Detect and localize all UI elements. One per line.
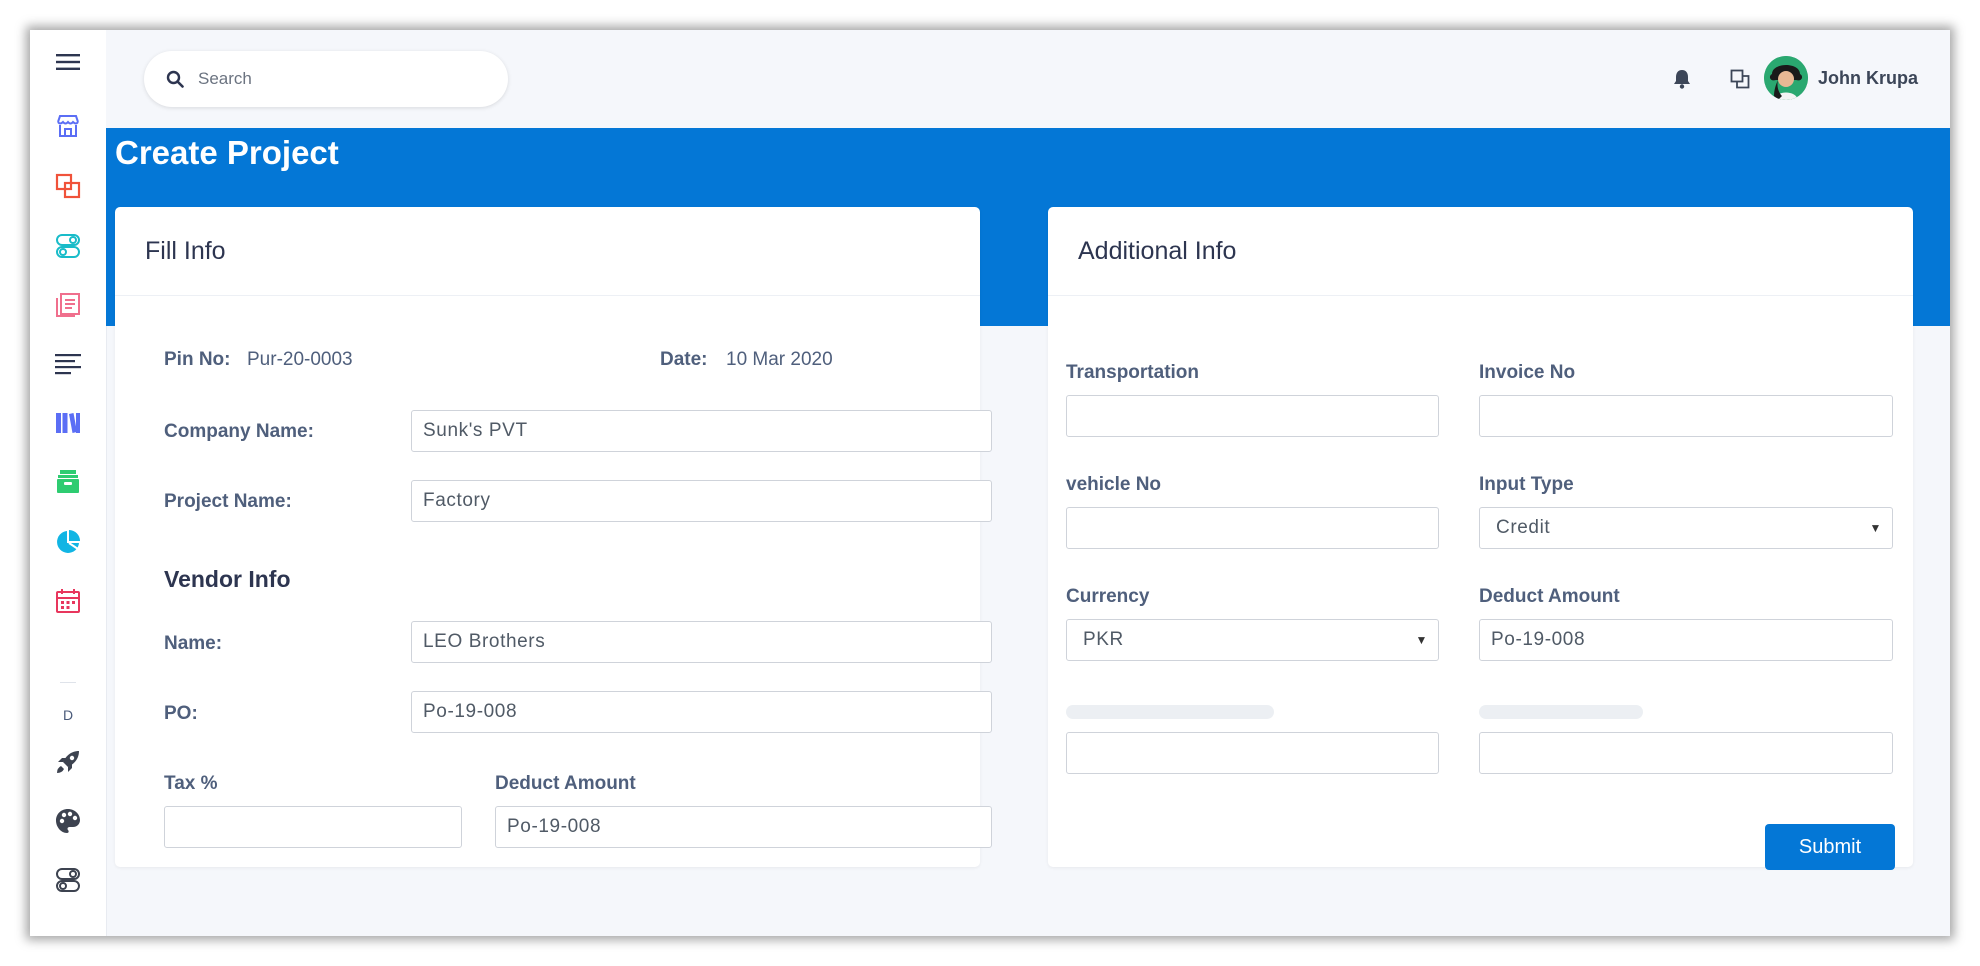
- invoice-label: Invoice No: [1479, 362, 1576, 383]
- company-name-label: Company Name:: [164, 421, 314, 442]
- deduct-amount-label: Deduct Amount: [495, 773, 636, 794]
- project-name-label: Project Name:: [164, 491, 292, 512]
- skeleton-label: [1479, 705, 1643, 719]
- store-icon[interactable]: [55, 113, 81, 139]
- topbar: John Krupa: [106, 30, 1950, 128]
- vehicle-label: vehicle No: [1066, 474, 1162, 495]
- vendor-name-label: Name:: [164, 633, 223, 654]
- extra-input-2[interactable]: [1479, 732, 1893, 774]
- search-icon: [166, 70, 184, 88]
- text-align-icon[interactable]: [55, 351, 81, 377]
- skeleton-label: [1066, 705, 1274, 719]
- date-label: Date:: [660, 349, 708, 370]
- search-bar[interactable]: [144, 51, 508, 107]
- po-label: PO:: [164, 703, 198, 724]
- sidebar-divider: [60, 682, 76, 683]
- chevron-down-icon: ▼: [1415, 633, 1428, 647]
- date-value: 10 Mar 2020: [726, 349, 833, 370]
- copy-icon[interactable]: [55, 173, 81, 199]
- deduct-amount-label: Deduct Amount: [1479, 586, 1620, 607]
- sidebar: D: [30, 30, 107, 936]
- document-icon[interactable]: [55, 292, 81, 318]
- vendor-info-title: Vendor Info: [164, 566, 291, 592]
- search-input[interactable]: [196, 68, 500, 90]
- company-name-input[interactable]: [411, 410, 992, 452]
- currency-value: PKR: [1083, 629, 1124, 650]
- copy-icon[interactable]: [1727, 66, 1753, 92]
- chevron-down-icon: ▼: [1869, 521, 1882, 535]
- pie-chart-icon[interactable]: [55, 529, 81, 555]
- input-type-select[interactable]: Credit ▼: [1479, 507, 1893, 549]
- input-type-value: Credit: [1496, 517, 1551, 538]
- pin-value: Pur-20-0003: [247, 349, 353, 370]
- toggle-icon[interactable]: [55, 867, 81, 893]
- pin-label: Pin No:: [164, 349, 231, 370]
- fill-info-card: Fill Info: [115, 207, 980, 867]
- user-name[interactable]: John Krupa: [1818, 68, 1918, 89]
- tax-label: Tax %: [164, 773, 218, 794]
- avatar[interactable]: [1764, 56, 1808, 100]
- extra-input-1[interactable]: [1066, 732, 1439, 774]
- page-title: Create Project: [115, 134, 339, 171]
- fill-info-title: Fill Info: [115, 207, 980, 296]
- tax-input[interactable]: [164, 806, 462, 848]
- palette-icon[interactable]: [55, 808, 81, 834]
- menu-icon[interactable]: [55, 49, 81, 75]
- archive-icon[interactable]: [55, 469, 81, 495]
- transportation-label: Transportation: [1066, 362, 1200, 383]
- po-input[interactable]: [411, 691, 992, 733]
- submit-button[interactable]: Submit: [1765, 824, 1895, 870]
- invoice-input[interactable]: [1479, 395, 1893, 437]
- vendor-name-input[interactable]: [411, 621, 992, 663]
- input-type-label: Input Type: [1479, 474, 1574, 495]
- project-name-input[interactable]: [411, 480, 992, 522]
- additional-info-title: Additional Info: [1048, 207, 1913, 296]
- sidebar-section-letter: D: [62, 707, 74, 723]
- deduct-amount-input[interactable]: [495, 806, 992, 848]
- library-icon[interactable]: [55, 410, 81, 436]
- calendar-icon[interactable]: [55, 588, 81, 614]
- vehicle-input[interactable]: [1066, 507, 1439, 549]
- deduct-amount-input[interactable]: [1479, 619, 1893, 661]
- transportation-input[interactable]: [1066, 395, 1439, 437]
- currency-select[interactable]: PKR ▼: [1066, 619, 1439, 661]
- rocket-icon[interactable]: [55, 749, 81, 775]
- currency-label: Currency: [1066, 586, 1150, 607]
- bell-icon[interactable]: [1669, 66, 1695, 92]
- toggle-icon[interactable]: [55, 233, 81, 259]
